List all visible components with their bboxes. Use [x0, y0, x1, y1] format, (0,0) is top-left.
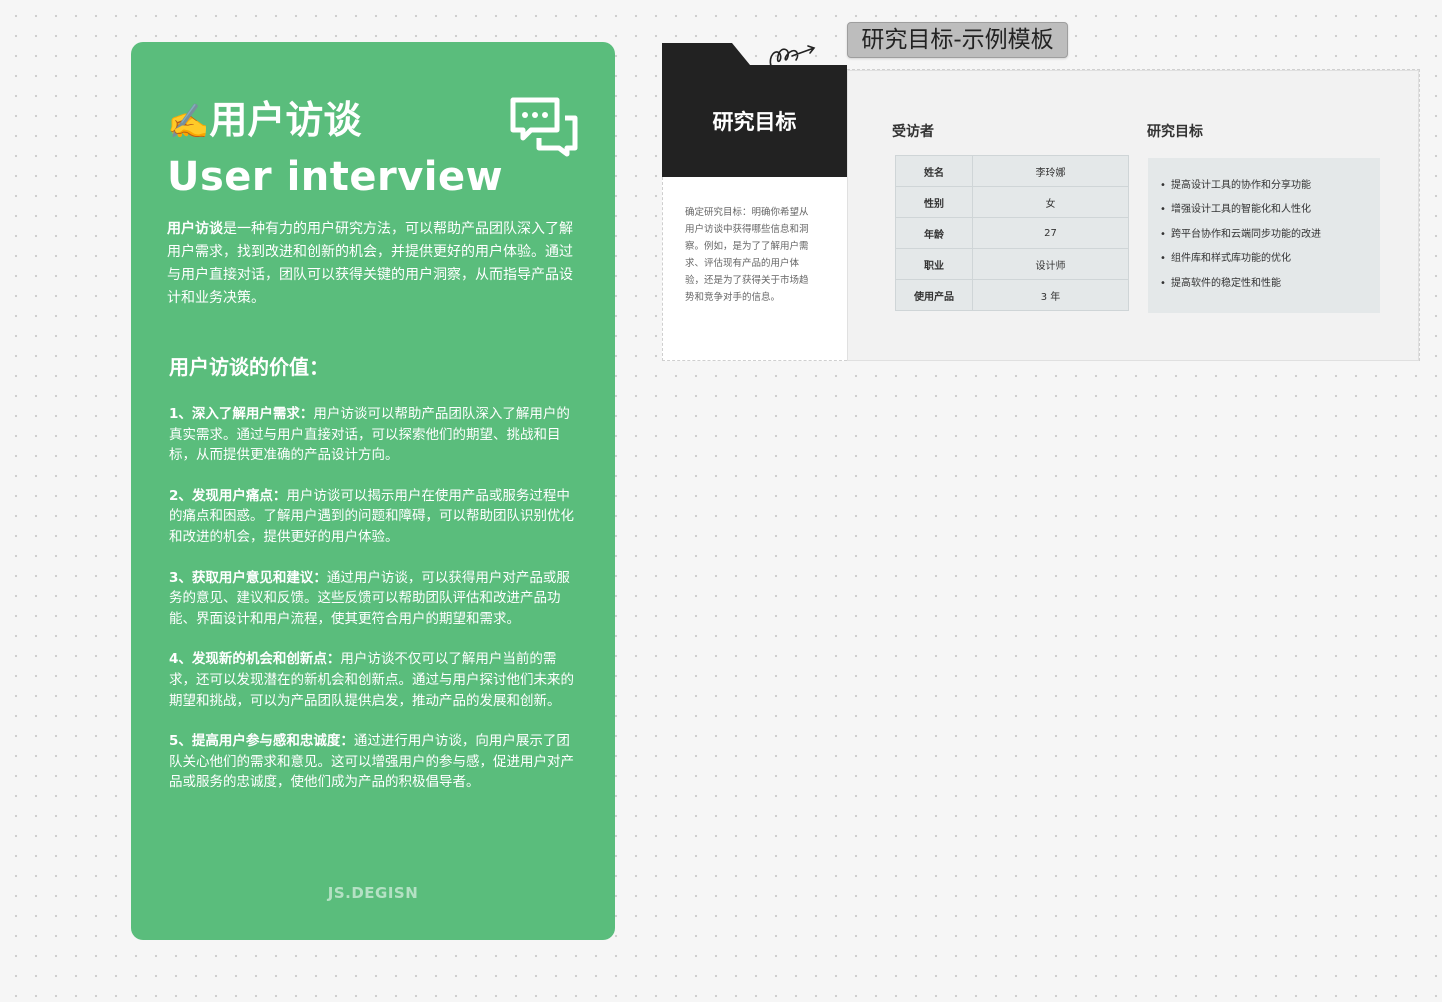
- interviewee-table: 姓名 李玲娜 性别女 年龄 27 职业 设计师 使用产品 3 年: [895, 155, 1129, 311]
- value-item: 2、发现用户痛点：用户访谈可以揭示用户在使用产品或服务过程中的痛点和困惑。了解用…: [169, 486, 579, 548]
- list-item: 提高设计工具的协作和分享功能: [1160, 174, 1380, 199]
- writing-hand-emoji: ✍️: [167, 102, 210, 142]
- value-item-title: 4、发现新的机会和创新点：: [169, 651, 341, 668]
- values-heading: 用户访谈的价值：: [169, 355, 329, 379]
- list-item: 增强设计工具的智能化和人性化: [1160, 198, 1380, 223]
- table-key: 职业: [895, 248, 973, 280]
- intro-bold: 用户访谈: [167, 221, 223, 237]
- value-item: 3、获取用户意见和建议：通过用户访谈，可以获得用户对产品或服务的意见、建议和反馈…: [169, 568, 579, 630]
- value-item: 5、提高用户参与感和忠诚度：通过进行用户访谈，向用户展示了团队关心他们的需求和意…: [169, 731, 579, 793]
- goals-list: 提高设计工具的协作和分享功能 增强设计工具的智能化和人性化 跨平台协作和云端同步…: [1148, 158, 1380, 296]
- goals-panel: 提高设计工具的协作和分享功能 增强设计工具的智能化和人性化 跨平台协作和云端同步…: [1148, 158, 1380, 313]
- card-title: ✍️用户访谈: [167, 96, 361, 146]
- table-value: 女: [972, 186, 1129, 218]
- research-goal-header: 研究目标: [662, 65, 847, 177]
- chat-bubbles-icon: [510, 97, 578, 157]
- description-panel: 确定研究目标：明确你希望从用户访谈中获得哪些信息和洞察。例如，是为了了解用户需求…: [662, 177, 847, 361]
- table-row: 性别女: [895, 186, 1129, 218]
- value-item-title: 1、深入了解用户需求：: [169, 406, 314, 422]
- table-value: 3 年: [972, 279, 1129, 311]
- table-value: 李玲娜: [972, 155, 1129, 187]
- value-item: 1、深入了解用户需求：用户访谈可以帮助产品团队深入了解用户的真实需求。通过与用户…: [169, 404, 579, 466]
- user-interview-card[interactable]: ✍️用户访谈 User interview 用户访谈是一种有力的用户研究方法，可…: [131, 42, 615, 940]
- template-label[interactable]: 研究目标-示例模板: [847, 22, 1068, 58]
- table-key: 性别: [895, 186, 973, 218]
- table-row: 年龄 27: [895, 217, 1129, 249]
- table-row: 使用产品 3 年: [895, 279, 1129, 311]
- table-row: 姓名 李玲娜: [895, 155, 1129, 187]
- folder-tab-shape: [662, 43, 750, 65]
- table-row: 职业 设计师: [895, 248, 1129, 280]
- intro-paragraph: 用户访谈是一种有力的用户研究方法，可以帮助产品团队深入了解用户需求，找到改进和创…: [167, 218, 579, 310]
- goals-title: 研究目标: [1147, 124, 1203, 140]
- list-item: 组件库和样式库功能的优化: [1160, 247, 1380, 272]
- table-key: 姓名: [895, 155, 973, 187]
- card-title-text: 用户访谈: [209, 98, 362, 142]
- table-key: 使用产品: [895, 279, 973, 311]
- value-item: 4、发现新的机会和创新点：用户访谈不仅可以了解用户当前的需求，还可以发现潜在的新…: [169, 649, 579, 711]
- intro-text: 是一种有力的用户研究方法，可以帮助产品团队深入了解用户需求，找到改进和创新的机会…: [167, 221, 573, 306]
- card-subtitle: User interview: [167, 154, 504, 200]
- interviewee-title: 受访者: [892, 124, 934, 140]
- value-item-title: 3、获取用户意见和建议：: [169, 569, 327, 586]
- table-value: 设计师: [972, 248, 1129, 280]
- values-list: 1、深入了解用户需求：用户访谈可以帮助产品团队深入了解用户的真实需求。通过与用户…: [169, 404, 579, 813]
- table-value: 27: [972, 217, 1129, 249]
- table-key: 年龄: [895, 217, 973, 249]
- value-item-title: 2、发现用户痛点：: [169, 487, 287, 504]
- brand-footer: JS.DEGISN: [327, 884, 419, 902]
- list-item: 提高软件的稳定性和性能: [1160, 272, 1380, 297]
- description-text: 确定研究目标：明确你希望从用户访谈中获得哪些信息和洞察。例如，是为了了解用户需求…: [685, 207, 809, 303]
- value-item-title: 5、提高用户参与感和忠诚度：: [169, 733, 354, 750]
- list-item: 跨平台协作和云端同步功能的改进: [1160, 223, 1380, 248]
